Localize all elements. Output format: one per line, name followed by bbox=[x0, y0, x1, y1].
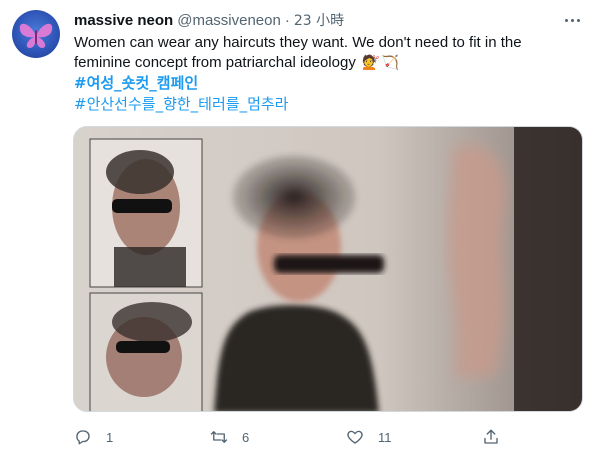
tweet-actions: 1 6 11 bbox=[74, 426, 514, 448]
tweet-header: massive neon @massiveneon · 23 小時 bbox=[74, 10, 344, 30]
tweet-text: Women can wear any haircuts they want. W… bbox=[74, 33, 580, 115]
tweet-card[interactable]: massive neon @massiveneon · 23 小時 Women … bbox=[0, 0, 600, 457]
reply-button[interactable]: 1 bbox=[74, 426, 113, 448]
reply-icon bbox=[76, 430, 90, 445]
photo-collage bbox=[74, 127, 582, 411]
hashtag-link[interactable]: #여성_숏컷_캠페인 bbox=[74, 73, 580, 94]
timestamp[interactable]: 23 小時 bbox=[294, 10, 344, 30]
separator: · bbox=[284, 11, 290, 29]
display-name[interactable]: massive neon bbox=[74, 12, 173, 29]
tweet-body: Women can wear any haircuts they want. W… bbox=[74, 34, 522, 71]
haircut-emoji: 💇 bbox=[362, 55, 380, 71]
tweet-media[interactable] bbox=[73, 126, 583, 412]
more-dots-icon bbox=[564, 18, 568, 22]
user-handle[interactable]: @massiveneon bbox=[177, 12, 281, 29]
avatar[interactable] bbox=[12, 10, 60, 58]
like-button[interactable]: 11 bbox=[346, 426, 392, 448]
more-options-button[interactable] bbox=[560, 10, 584, 30]
retweet-button[interactable]: 6 bbox=[210, 426, 249, 448]
share-button[interactable] bbox=[482, 426, 500, 448]
heart-icon bbox=[347, 430, 363, 444]
reply-count: 1 bbox=[106, 429, 114, 445]
hashtag-link[interactable]: #안산선수를_향한_테러를_멈추라 bbox=[74, 94, 580, 115]
retweet-count: 6 bbox=[242, 429, 250, 445]
like-count: 11 bbox=[378, 429, 392, 445]
share-icon bbox=[484, 429, 498, 444]
retweet-icon bbox=[210, 431, 228, 443]
bow-and-arrow-emoji: 🏹 bbox=[381, 55, 399, 71]
butterfly-icon bbox=[19, 23, 53, 48]
